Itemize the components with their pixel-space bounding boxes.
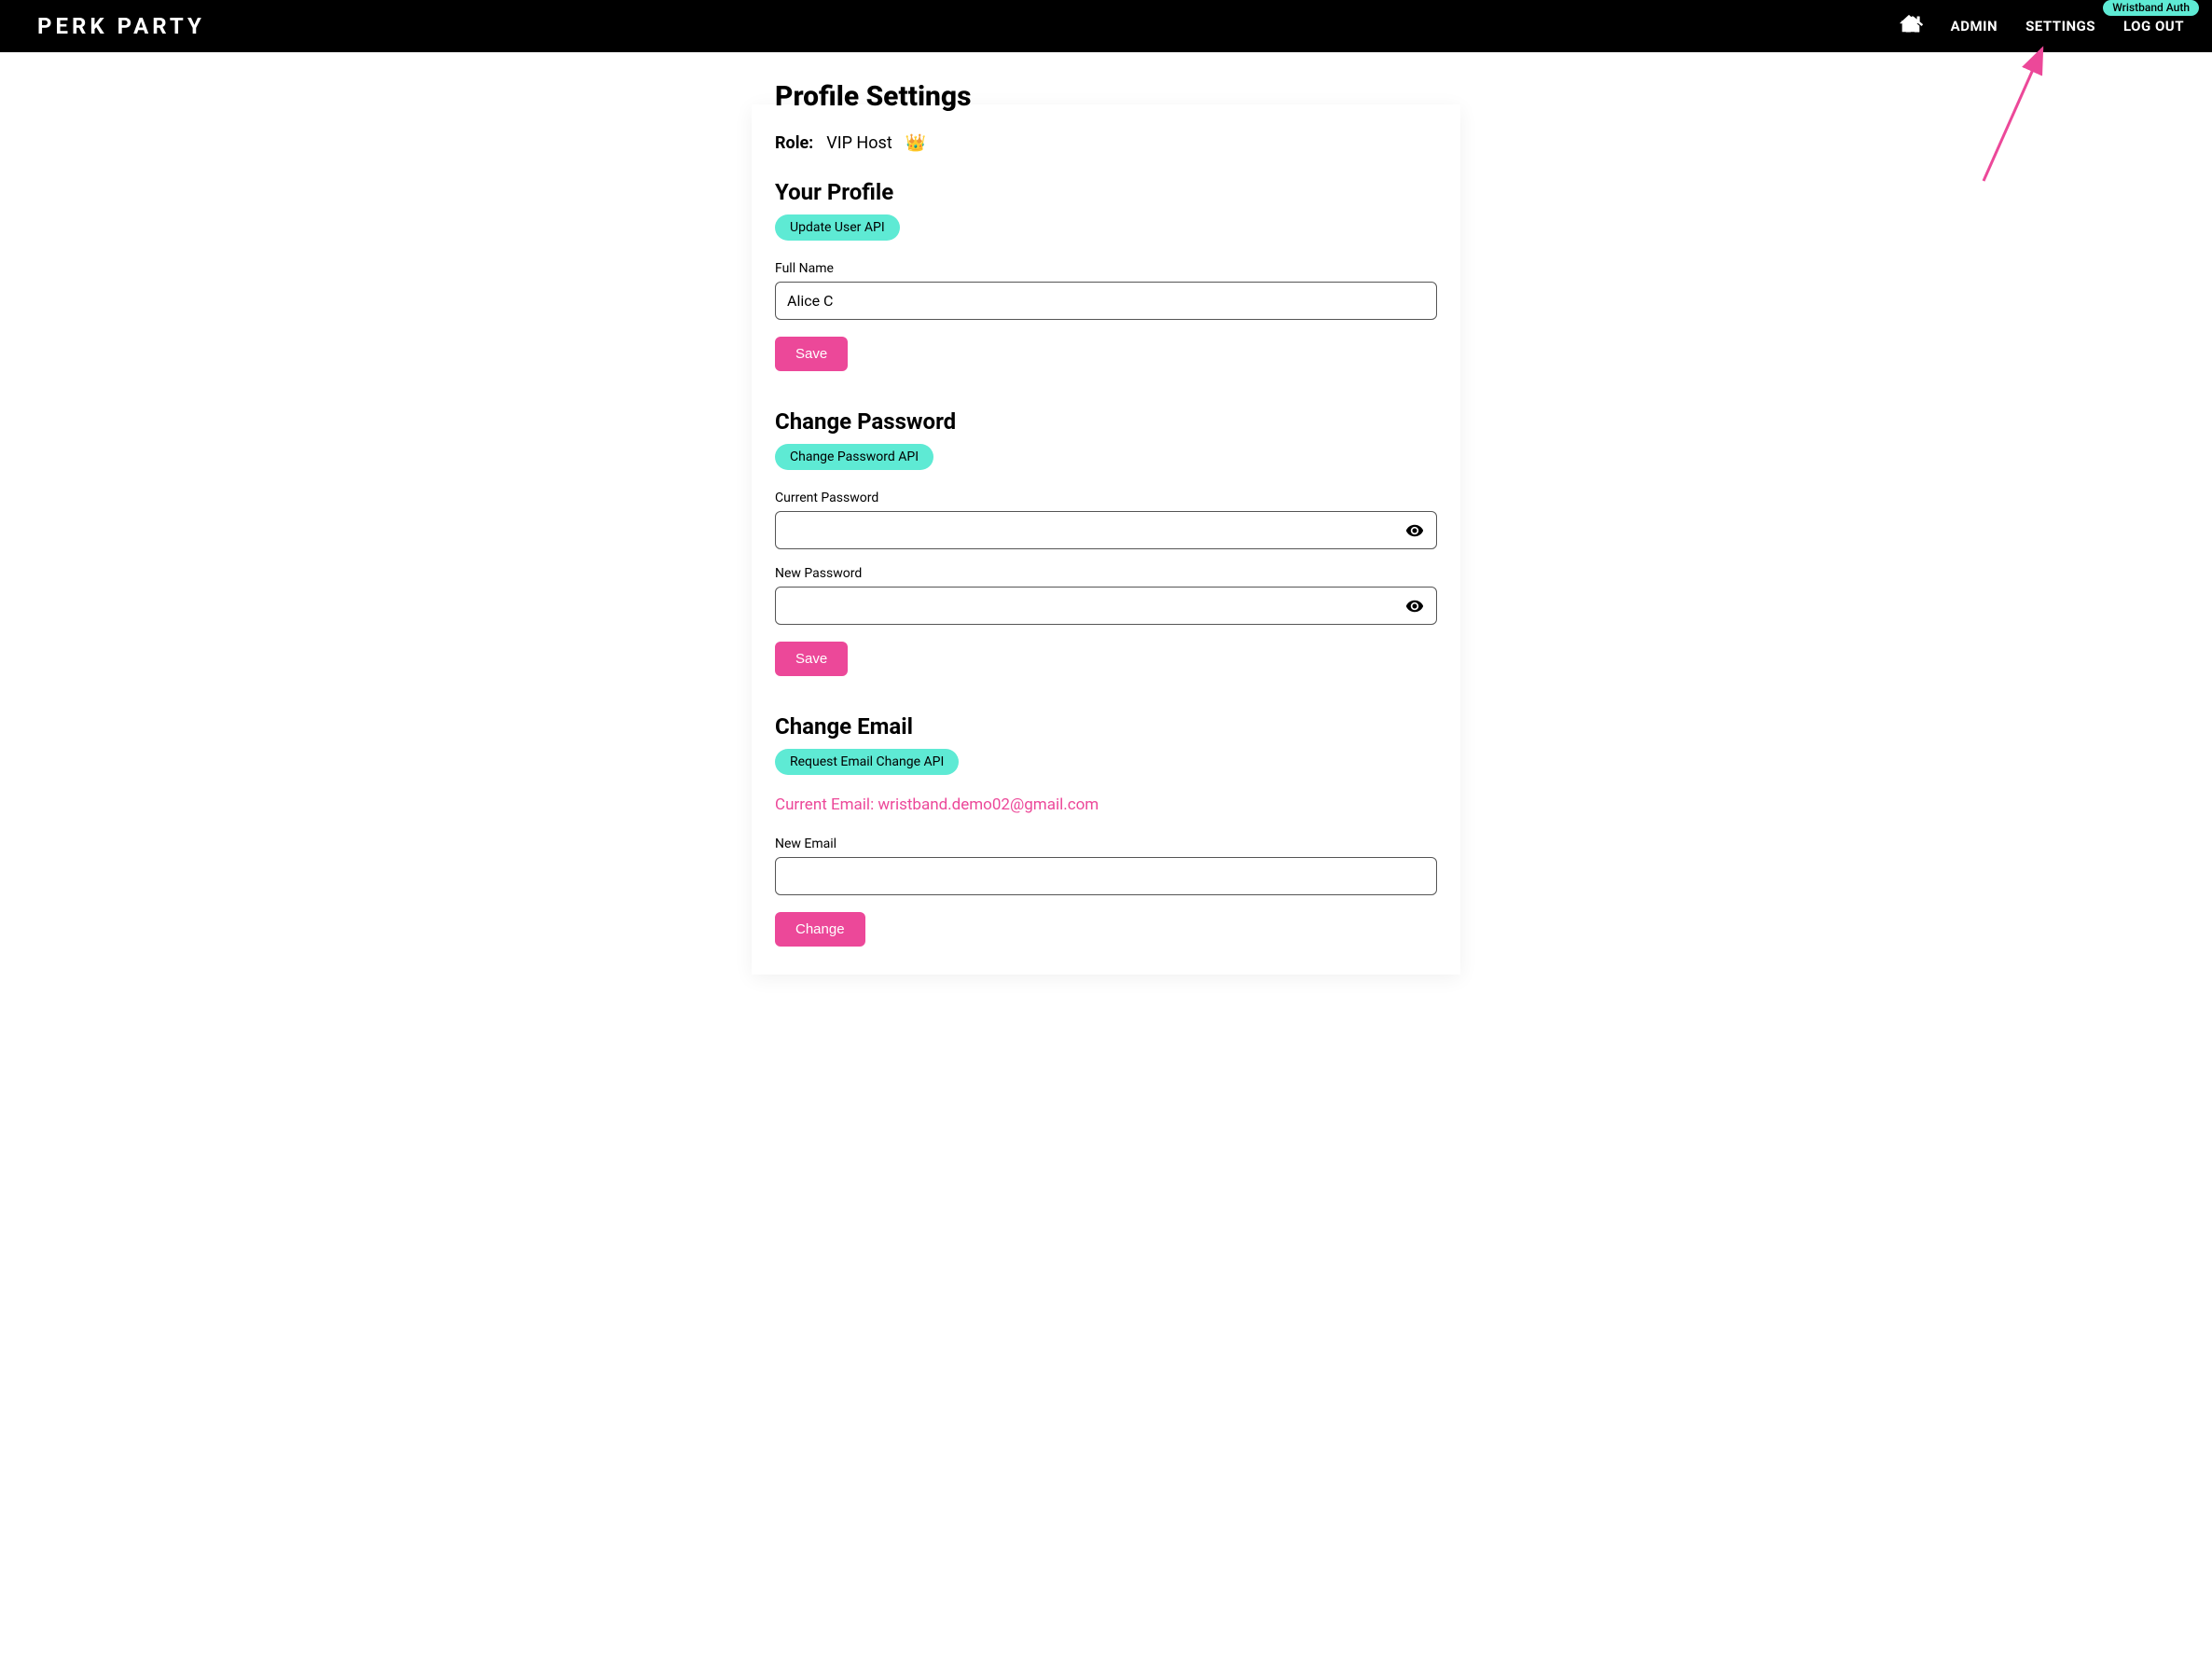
- save-password-button[interactable]: Save: [775, 642, 848, 676]
- current-email: Current Email: wristband.demo02@gmail.co…: [775, 795, 1437, 814]
- role-value: VIP Host: [826, 133, 892, 153]
- nav-links: ADMIN SETTINGS LOG OUT: [1899, 14, 2184, 38]
- wristband-badge: Wristband Auth: [2103, 0, 2199, 16]
- eye-icon: [1405, 521, 1424, 540]
- role-label: Role:: [775, 133, 813, 153]
- request-email-change-api-chip[interactable]: Request Email Change API: [775, 749, 959, 775]
- new-email-input[interactable]: [775, 857, 1437, 895]
- change-password-api-chip[interactable]: Change Password API: [775, 444, 933, 470]
- email-heading: Change Email: [775, 713, 1437, 740]
- fullname-label: Full Name: [775, 261, 1437, 276]
- save-profile-button[interactable]: Save: [775, 337, 848, 371]
- current-email-value: wristband.demo02@gmail.com: [878, 795, 1099, 814]
- top-navbar: PERK PARTY ADMIN SETTINGS LOG OUT: [0, 0, 2212, 52]
- new-password-input[interactable]: [775, 587, 1437, 625]
- admin-link[interactable]: ADMIN: [1951, 18, 1998, 35]
- page-title: Profile Settings: [775, 80, 1437, 113]
- new-email-label: New Email: [775, 836, 1437, 851]
- eye-icon: [1405, 597, 1424, 615]
- toggle-new-password-button[interactable]: [1402, 593, 1428, 619]
- home-link[interactable]: [1899, 14, 1923, 38]
- current-password-input[interactable]: [775, 511, 1437, 549]
- role-line: Role: VIP Host 👑: [775, 133, 1437, 153]
- fullname-input[interactable]: [775, 282, 1437, 320]
- email-section: Change Email Request Email Change API Cu…: [775, 713, 1437, 947]
- profile-heading: Your Profile: [775, 179, 1437, 205]
- profile-section: Your Profile Update User API Full Name S…: [775, 179, 1437, 371]
- home-icon: [1902, 14, 1923, 35]
- password-heading: Change Password: [775, 408, 1437, 435]
- password-section: Change Password Change Password API Curr…: [775, 408, 1437, 676]
- logout-link[interactable]: LOG OUT: [2123, 18, 2184, 35]
- current-email-prefix: Current Email:: [775, 795, 878, 814]
- new-password-label: New Password: [775, 566, 1437, 581]
- toggle-current-password-button[interactable]: [1402, 518, 1428, 544]
- update-user-api-chip[interactable]: Update User API: [775, 214, 900, 241]
- crown-icon: 👑: [906, 133, 926, 153]
- change-email-button[interactable]: Change: [775, 912, 865, 947]
- brand-logo: PERK PARTY: [37, 13, 205, 39]
- current-password-label: Current Password: [775, 491, 1437, 505]
- settings-link[interactable]: SETTINGS: [2025, 18, 2095, 35]
